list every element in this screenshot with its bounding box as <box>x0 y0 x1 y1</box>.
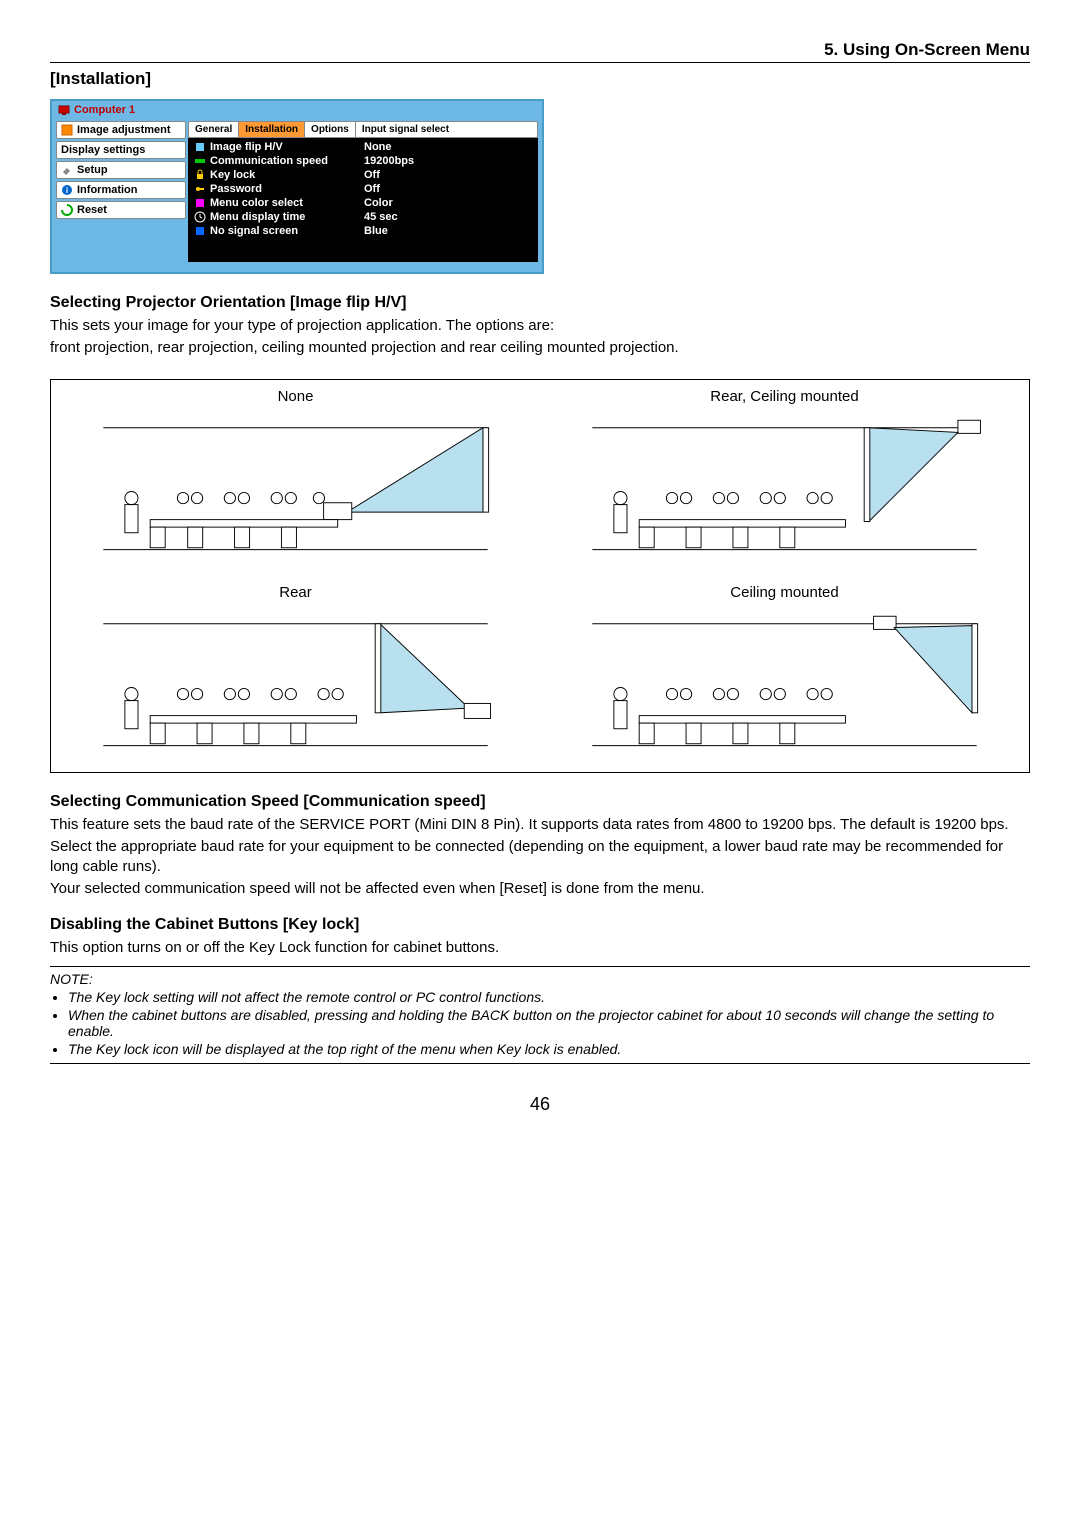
row-label: Password <box>210 183 262 195</box>
osd-window-title: Computer 1 <box>52 101 542 119</box>
row-value: None <box>364 141 532 153</box>
orient-label-rear-ceiling: Rear, Ceiling mounted <box>552 388 1017 405</box>
comm-icon <box>194 155 206 167</box>
body-text: This option turns on or off the Key Lock… <box>50 938 1030 958</box>
orientation-diagram-box: None <box>50 379 1030 773</box>
note-bullet: When the cabinet buttons are disabled, p… <box>68 1007 1030 1039</box>
sidebar-label: Display settings <box>61 144 145 156</box>
row-label: Menu color select <box>210 197 303 209</box>
heading-comm-speed: Selecting Communication Speed [Communica… <box>50 793 1030 811</box>
row-label: No signal screen <box>210 225 298 237</box>
diagram-rear <box>63 605 528 755</box>
body-text: This sets your image for your type of pr… <box>50 316 1030 336</box>
screen-icon <box>194 225 206 237</box>
diagram-ceiling <box>552 605 1017 755</box>
page-number: 46 <box>50 1094 1030 1115</box>
row-label: Menu display time <box>210 211 305 223</box>
note-bullet: The Key lock setting will not affect the… <box>68 989 1030 1005</box>
osd-title-text: Computer 1 <box>74 104 135 116</box>
diagram-front-projection <box>63 409 528 559</box>
osd-row-image-flip[interactable]: Image flip H/V None <box>190 140 536 154</box>
note-bullet: The Key lock icon will be displayed at t… <box>68 1041 1030 1057</box>
image-icon <box>61 124 73 136</box>
sidebar-label: Setup <box>77 164 108 176</box>
monitor-icon <box>58 104 70 116</box>
body-text: Your selected communication speed will n… <box>50 879 1030 899</box>
section-heading: [Installation] <box>50 69 1030 89</box>
body-text: This feature sets the baud rate of the S… <box>50 815 1030 835</box>
svg-text:i: i <box>66 186 68 195</box>
osd-row-key-lock[interactable]: Key lock Off <box>190 168 536 182</box>
sidebar-label: Image adjustment <box>77 124 171 136</box>
chapter-title: 5. Using On-Screen Menu <box>824 40 1030 60</box>
orient-label-ceiling: Ceiling mounted <box>552 584 1017 601</box>
row-value: Off <box>364 183 532 195</box>
row-label: Image flip H/V <box>210 141 283 153</box>
row-label: Key lock <box>210 169 255 181</box>
tab-installation[interactable]: Installation <box>239 122 305 137</box>
sidebar-item-information[interactable]: i Information <box>56 181 186 199</box>
info-icon: i <box>61 184 73 196</box>
sidebar-item-reset[interactable]: Reset <box>56 201 186 219</box>
tab-general[interactable]: General <box>189 122 239 137</box>
note-block: NOTE: The Key lock setting will not affe… <box>50 966 1030 1064</box>
osd-row-menu-display-time[interactable]: Menu display time 45 sec <box>190 210 536 224</box>
row-value: 19200bps <box>364 155 532 167</box>
row-value: Blue <box>364 225 532 237</box>
reset-icon <box>61 204 73 216</box>
heading-key-lock: Disabling the Cabinet Buttons [Key lock] <box>50 916 1030 934</box>
osd-row-comm-speed[interactable]: Communication speed 19200bps <box>190 154 536 168</box>
body-text: front projection, rear projection, ceili… <box>50 338 1030 358</box>
flip-icon <box>194 141 206 153</box>
sidebar-item-display-settings[interactable]: Display settings <box>56 141 186 159</box>
osd-row-menu-color[interactable]: Menu color select Color <box>190 196 536 210</box>
osd-row-no-signal[interactable]: No signal screen Blue <box>190 224 536 238</box>
row-value: Color <box>364 197 532 209</box>
clock-icon <box>194 211 206 223</box>
key-icon <box>194 183 206 195</box>
orient-label-none: None <box>63 388 528 405</box>
lock-icon <box>194 169 206 181</box>
sidebar-item-image-adjustment[interactable]: Image adjustment <box>56 121 186 139</box>
palette-icon <box>194 197 206 209</box>
body-text: Select the appropriate baud rate for you… <box>50 837 1030 878</box>
row-label: Communication speed <box>210 155 328 167</box>
orient-label-rear: Rear <box>63 584 528 601</box>
sidebar-item-setup[interactable]: Setup <box>56 161 186 179</box>
sidebar-label: Information <box>77 184 138 196</box>
row-value: 45 sec <box>364 211 532 223</box>
row-value: Off <box>364 169 532 181</box>
osd-menu-screenshot: Computer 1 Image adjustment Display sett… <box>50 99 544 274</box>
wrench-icon <box>61 164 73 176</box>
sidebar-label: Reset <box>77 204 107 216</box>
diagram-rear-ceiling <box>552 409 1017 559</box>
tab-options[interactable]: Options <box>305 122 356 137</box>
note-title: NOTE: <box>50 971 1030 987</box>
heading-image-flip: Selecting Projector Orientation [Image f… <box>50 294 1030 312</box>
tab-input-signal-select[interactable]: Input signal select <box>356 122 455 137</box>
osd-row-password[interactable]: Password Off <box>190 182 536 196</box>
